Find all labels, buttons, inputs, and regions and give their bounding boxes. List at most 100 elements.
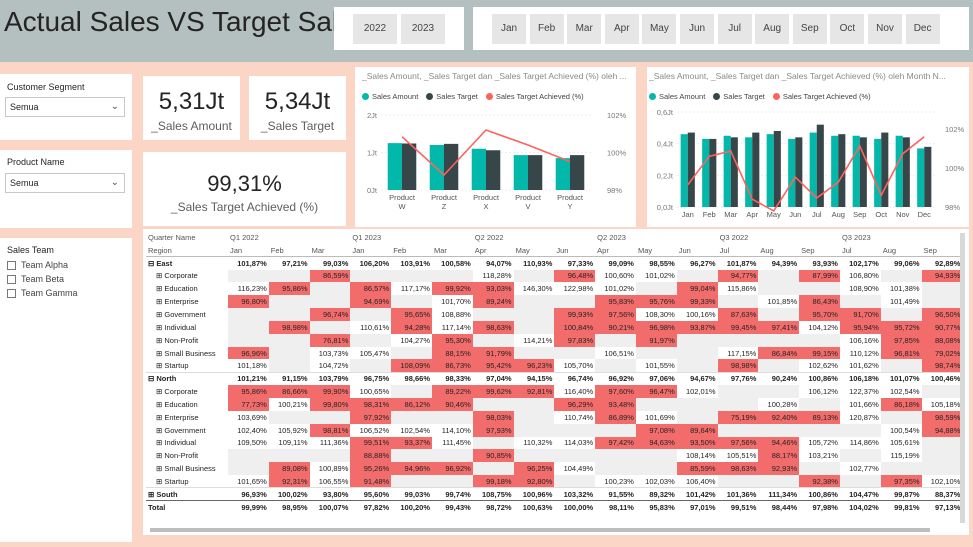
column-header[interactable]: Mar [309, 243, 351, 258]
x-tick-label: Product [557, 193, 584, 202]
team-checkbox[interactable]: Team Gamma [7, 288, 78, 298]
row-header[interactable]: ⊞ Small Business [146, 347, 228, 360]
column-header[interactable] [554, 231, 595, 244]
vertical-scrollbar[interactable] [960, 233, 965, 523]
month-button[interactable]: Dec [905, 14, 940, 44]
row-header[interactable]: ⊞ Non-Profit [146, 449, 228, 462]
column-header[interactable] [922, 231, 963, 244]
column-header[interactable] [677, 231, 718, 244]
team-checkbox[interactable]: Team Beta [7, 274, 78, 284]
column-header[interactable]: Feb [391, 243, 432, 258]
row-header[interactable]: ⊞ Education [146, 398, 228, 411]
table-cell [472, 462, 514, 476]
column-header[interactable]: Jan [350, 243, 392, 258]
row-header[interactable]: ⊞ Corporate [146, 270, 228, 283]
row-header[interactable]: ⊞ Individual [146, 321, 228, 334]
month-button[interactable]: Nov [868, 14, 902, 44]
column-header[interactable]: Apr [595, 243, 636, 258]
horizontal-scrollbar[interactable] [150, 528, 930, 532]
table-cell: 95,86% [268, 282, 310, 296]
column-header[interactable]: Aug [880, 243, 922, 258]
column-header[interactable]: Q2 2022 [473, 231, 514, 244]
bar-sales-target [773, 131, 781, 207]
customer-segment-dropdown[interactable]: Semua ⌄ [5, 97, 125, 117]
month-button[interactable]: Feb [529, 14, 564, 44]
row-header[interactable]: ⊟ North [146, 371, 228, 386]
table-cell: 104,72% [318, 361, 349, 371]
table-cell: 101,49% [889, 297, 920, 307]
row-header[interactable]: ⊟ East [146, 256, 228, 270]
column-header[interactable]: Sep [799, 243, 840, 258]
column-header[interactable]: Jan [228, 243, 269, 258]
column-header[interactable]: Aug [758, 243, 800, 258]
month-button[interactable]: Sep [792, 14, 827, 44]
row-header[interactable]: ⊞ Corporate [146, 385, 228, 398]
column-header[interactable] [269, 231, 310, 244]
month-button[interactable]: Oct [830, 14, 865, 44]
table-cell: 97,21% [268, 256, 310, 270]
column-header[interactable]: May [635, 243, 677, 258]
bar-sales-amount [702, 138, 710, 207]
column-header[interactable] [636, 231, 677, 244]
team-checkbox[interactable]: Team Alpha [7, 260, 78, 270]
month-button[interactable]: Jan [492, 14, 526, 44]
row-header[interactable]: ⊞ South [146, 487, 228, 501]
month-button[interactable]: May [642, 14, 677, 44]
column-header[interactable]: Jul [717, 243, 759, 258]
column-header[interactable]: May [513, 243, 555, 258]
column-header[interactable] [391, 231, 432, 244]
row-header[interactable]: ⊞ Small Business [146, 462, 228, 475]
column-header[interactable]: Q3 2023 [840, 231, 881, 244]
column-header[interactable]: Jun [554, 243, 596, 258]
year-button[interactable]: 2023 [401, 14, 445, 44]
column-header[interactable]: Q1 2023 [350, 231, 391, 244]
row-header[interactable]: ⊞ Enterprise [146, 295, 228, 308]
column-header[interactable]: Feb [268, 243, 310, 258]
row-header[interactable]: ⊞ Education [146, 282, 228, 295]
table-cell: 101,69% [645, 412, 675, 422]
table-cell [717, 295, 759, 309]
row-header[interactable]: ⊞ Startup [146, 359, 228, 372]
column-header[interactable] [758, 231, 799, 244]
column-header[interactable]: Mar [431, 243, 473, 258]
month-button[interactable]: Aug [755, 14, 790, 44]
column-header[interactable]: Jun [676, 243, 718, 258]
month-button[interactable]: Mar [567, 14, 602, 44]
month-button[interactable]: Jun [680, 14, 714, 44]
column-header[interactable]: Q2 2023 [595, 231, 636, 244]
table-cell [268, 346, 310, 360]
table-cell: 98,72% [472, 500, 514, 514]
column-header[interactable] [310, 231, 351, 244]
row-header[interactable]: ⊞ Individual [146, 437, 228, 450]
x-tick-label: Product [431, 193, 458, 202]
table-cell: 92,31% [268, 475, 310, 488]
column-header[interactable] [514, 231, 555, 244]
row-header[interactable]: ⊞ Startup [146, 475, 228, 488]
table-cell: 97,93% [472, 423, 514, 437]
column-header[interactable]: Quarter Name [146, 231, 228, 244]
row-header[interactable]: ⊞ Government [146, 308, 228, 321]
column-header[interactable] [799, 231, 840, 244]
column-header[interactable]: Region [146, 243, 228, 258]
row-header[interactable]: Total [146, 500, 228, 514]
month-button[interactable]: Apr [604, 14, 639, 44]
column-header[interactable]: Jul [839, 243, 881, 258]
table-cell: 98,98% [268, 320, 310, 334]
product-name-dropdown[interactable]: Semua ⌄ [5, 173, 125, 193]
y-tick-label: 2Jt [367, 111, 378, 120]
column-header[interactable]: Q1 2022 [228, 231, 269, 244]
year-button[interactable]: 2022 [353, 14, 397, 44]
column-header[interactable]: Q3 2022 [718, 231, 759, 244]
table-cell: 98,11% [595, 500, 636, 514]
row-header[interactable]: ⊞ Enterprise [146, 411, 228, 424]
table-cell [391, 346, 432, 360]
table-cell: 117,14% [441, 322, 471, 332]
column-header[interactable] [432, 231, 473, 244]
month-button[interactable]: Jul [717, 14, 752, 44]
table-cell: 97,08% [635, 423, 677, 437]
column-header[interactable]: Sep [921, 243, 963, 258]
column-header[interactable] [881, 231, 922, 244]
column-header[interactable]: Apr [472, 243, 514, 258]
row-header[interactable]: ⊞ Government [146, 424, 228, 437]
row-header[interactable]: ⊞ Non-Profit [146, 334, 228, 347]
